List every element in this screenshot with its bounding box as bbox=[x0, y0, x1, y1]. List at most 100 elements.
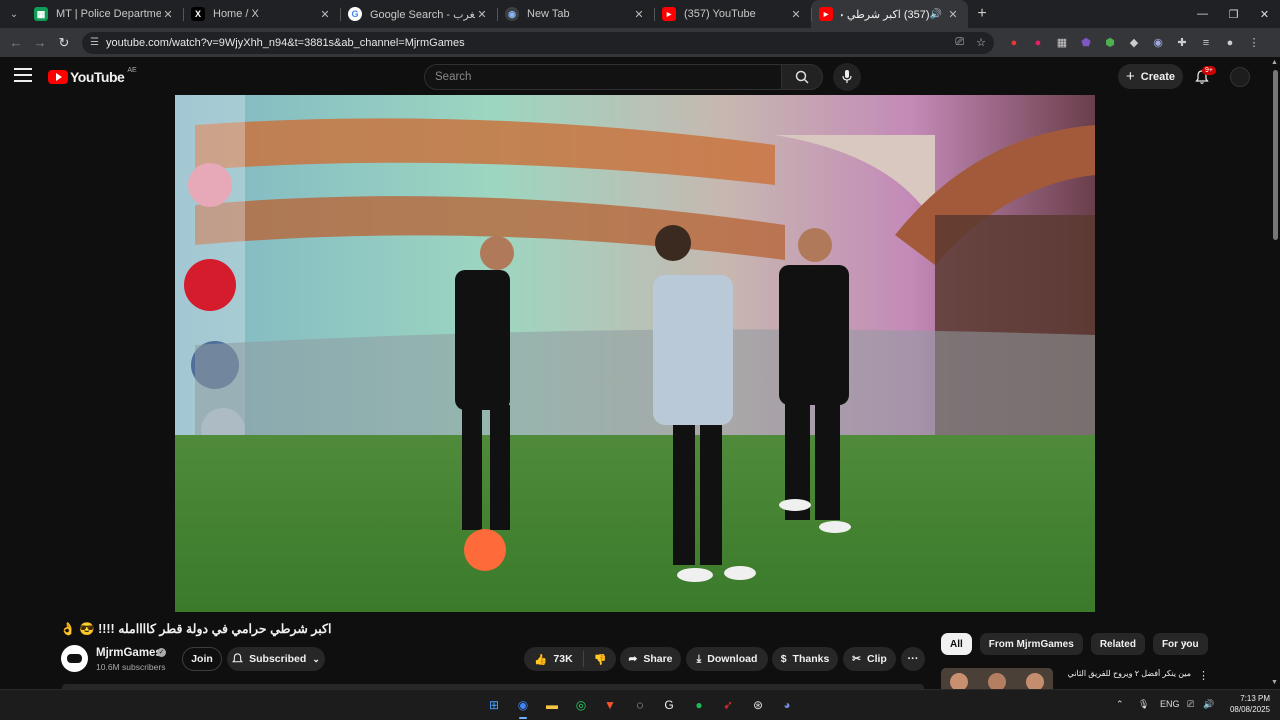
scrollbar-thumb[interactable] bbox=[1273, 70, 1278, 240]
channel-avatar[interactable] bbox=[61, 645, 88, 672]
account-avatar[interactable] bbox=[1230, 67, 1250, 87]
spotify-icon[interactable]: ● bbox=[689, 695, 709, 715]
scroll-up-icon[interactable]: ▲ bbox=[1271, 59, 1278, 66]
search-button[interactable] bbox=[781, 64, 823, 90]
speaker-icon[interactable]: 🔊 bbox=[930, 9, 942, 20]
share-button[interactable]: ➦ Share bbox=[620, 647, 681, 671]
search-placeholder: Search bbox=[435, 71, 472, 83]
close-icon[interactable]: ✕ bbox=[318, 8, 332, 21]
channel-name[interactable]: MjrmGames bbox=[96, 647, 162, 659]
download-icon: ⤓ bbox=[696, 652, 702, 665]
chip-from-channel[interactable]: From MjrmGames bbox=[979, 633, 1083, 655]
extensions-puzzle-icon[interactable]: ✚ bbox=[1170, 36, 1194, 49]
hamburger-menu-icon[interactable] bbox=[14, 68, 32, 86]
close-icon[interactable]: ✕ bbox=[946, 8, 960, 21]
create-button[interactable]: + Create bbox=[1118, 64, 1183, 89]
app-g-icon[interactable]: G bbox=[659, 695, 679, 715]
join-button[interactable]: Join bbox=[182, 647, 222, 671]
forward-icon[interactable]: → bbox=[28, 35, 52, 50]
discord-icon[interactable]: ◕ bbox=[777, 695, 797, 715]
window-close-icon[interactable]: ✕ bbox=[1249, 8, 1280, 21]
cast-icon[interactable]: ⎚ bbox=[955, 36, 964, 49]
profile-avatar-icon[interactable]: ● bbox=[1218, 37, 1242, 49]
dislike-button[interactable]: 👎 bbox=[584, 653, 616, 666]
browser-tab-1[interactable]: ▦ MT | Police Departments v7.0 - ✕ bbox=[26, 0, 183, 28]
video-title: اكبر شرطي حرامي في دولة قطر كاااامله !!!… bbox=[60, 622, 332, 636]
youtube-logo[interactable]: YouTube AE bbox=[48, 67, 137, 85]
extension-green-icon[interactable]: ⬢ bbox=[1098, 36, 1122, 49]
chip-for-you[interactable]: For you bbox=[1152, 633, 1208, 655]
red-app-icon[interactable]: ➶ bbox=[718, 695, 738, 715]
back-icon[interactable]: ← bbox=[4, 35, 28, 50]
volume-icon[interactable]: 🔊 bbox=[1203, 699, 1214, 710]
whatsapp-icon[interactable]: ◎ bbox=[571, 695, 591, 715]
restore-icon[interactable]: ❐ bbox=[1218, 8, 1249, 21]
related-video-thumbnail[interactable] bbox=[941, 668, 1053, 689]
bell-icon bbox=[232, 653, 244, 663]
extension-shield-icon[interactable]: ● bbox=[1002, 37, 1026, 49]
tray-overflow-icon[interactable]: ⌃ bbox=[1116, 699, 1124, 710]
clip-button[interactable]: ✂ Clip bbox=[843, 647, 896, 671]
related-thumbnail-image bbox=[941, 668, 1053, 689]
more-actions-button[interactable]: ··· bbox=[901, 647, 925, 671]
video-player[interactable] bbox=[175, 95, 1095, 612]
microphone-icon bbox=[842, 70, 852, 83]
chip-all[interactable]: All bbox=[941, 633, 972, 655]
new-tab-button[interactable]: + bbox=[968, 5, 996, 23]
share-arrow-icon: ➦ bbox=[628, 653, 638, 665]
extension-pink-icon[interactable]: ● bbox=[1026, 37, 1050, 49]
video-frame-image bbox=[175, 95, 1095, 612]
extension-purple-icon[interactable]: ⬟ bbox=[1074, 36, 1098, 49]
steam-icon[interactable]: ⊛ bbox=[748, 695, 768, 715]
browser-tab-6[interactable]: ▶ (357) اكبر شرطي حرامي في 🔊 ✕ bbox=[811, 0, 968, 28]
browser-tab-4[interactable]: ◉ New Tab ✕ bbox=[497, 0, 654, 28]
thumbs-down-icon: 👎 bbox=[593, 653, 607, 666]
close-icon[interactable]: ✕ bbox=[632, 8, 646, 21]
subscribed-button[interactable]: Subscribed ⌄ bbox=[227, 647, 325, 671]
thanks-dollar-icon: $ bbox=[780, 653, 787, 665]
tab-search-icon[interactable]: ⌄ bbox=[2, 2, 26, 26]
tray-mic-icon[interactable]: 🎙 bbox=[1138, 699, 1149, 710]
chrome-icon: ◉ bbox=[505, 7, 519, 21]
browser-tab-3[interactable]: G Google Search - صلاة المغرب ✕ bbox=[340, 0, 497, 28]
browser-tab-2[interactable]: X Home / X ✕ bbox=[183, 0, 340, 28]
input-language[interactable]: ENG bbox=[1160, 699, 1180, 709]
chevron-right-icon[interactable]: › bbox=[1183, 636, 1187, 650]
like-button[interactable]: 👍 73K bbox=[524, 651, 584, 667]
search-input[interactable]: Search bbox=[424, 64, 782, 90]
close-icon[interactable]: ✕ bbox=[789, 8, 803, 21]
related-more-icon[interactable]: ⋮ bbox=[1198, 669, 1209, 682]
chrome-taskbar-icon[interactable]: ◉ bbox=[513, 695, 533, 715]
url-text[interactable]: youtube.com/watch?v=9WjyXhh_n94&t=3881s&… bbox=[106, 37, 943, 49]
site-info-icon[interactable]: ☰ bbox=[90, 37, 99, 48]
minimize-icon[interactable]: — bbox=[1187, 8, 1218, 21]
browser-tab-5[interactable]: ▶ (357) YouTube ✕ bbox=[654, 0, 811, 28]
extension-diamond-icon[interactable]: ◆ bbox=[1122, 36, 1146, 49]
download-button[interactable]: ⤓ Download bbox=[686, 647, 768, 671]
tab-title: (357) YouTube bbox=[684, 8, 756, 20]
thanks-label: Thanks bbox=[792, 653, 830, 665]
media-control-icon[interactable]: ≡ bbox=[1194, 37, 1218, 49]
address-bar[interactable]: ☰ youtube.com/watch?v=9WjyXhh_n94&t=3881… bbox=[82, 31, 994, 54]
chip-related[interactable]: Related bbox=[1090, 633, 1145, 655]
page-scrollbar[interactable]: ▲ ▼ bbox=[1270, 57, 1280, 689]
network-icon[interactable]: ⎚ bbox=[1187, 699, 1194, 710]
brave-icon[interactable]: ▼ bbox=[600, 695, 620, 715]
reload-icon[interactable]: ↻ bbox=[52, 35, 76, 51]
close-icon[interactable]: ✕ bbox=[475, 8, 489, 21]
scroll-down-icon[interactable]: ▼ bbox=[1271, 679, 1278, 686]
sync-app-icon[interactable]: ◌ bbox=[630, 695, 650, 715]
search-icon bbox=[795, 70, 809, 84]
close-icon[interactable]: ✕ bbox=[161, 8, 175, 21]
like-dislike-group: 👍 73K 👎 bbox=[524, 647, 616, 671]
related-video-title[interactable]: مين ينكر أفضل ٢ ويروح للفريق الثاني bbox=[1061, 669, 1191, 678]
thanks-button[interactable]: $ Thanks bbox=[772, 647, 838, 671]
system-clock[interactable]: 7:13 PM 08/08/2025 bbox=[1218, 693, 1270, 715]
voice-search-button[interactable] bbox=[833, 63, 861, 91]
extension-grid-icon[interactable]: ▦ bbox=[1050, 36, 1074, 49]
bookmark-star-icon[interactable]: ☆ bbox=[976, 36, 986, 49]
browser-menu-icon[interactable]: ⋮ bbox=[1242, 36, 1266, 49]
extension-eye-icon[interactable]: ◉ bbox=[1146, 36, 1170, 49]
file-explorer-icon[interactable]: ▬ bbox=[542, 695, 562, 715]
windows-start-icon[interactable]: ⊞ bbox=[484, 695, 504, 715]
